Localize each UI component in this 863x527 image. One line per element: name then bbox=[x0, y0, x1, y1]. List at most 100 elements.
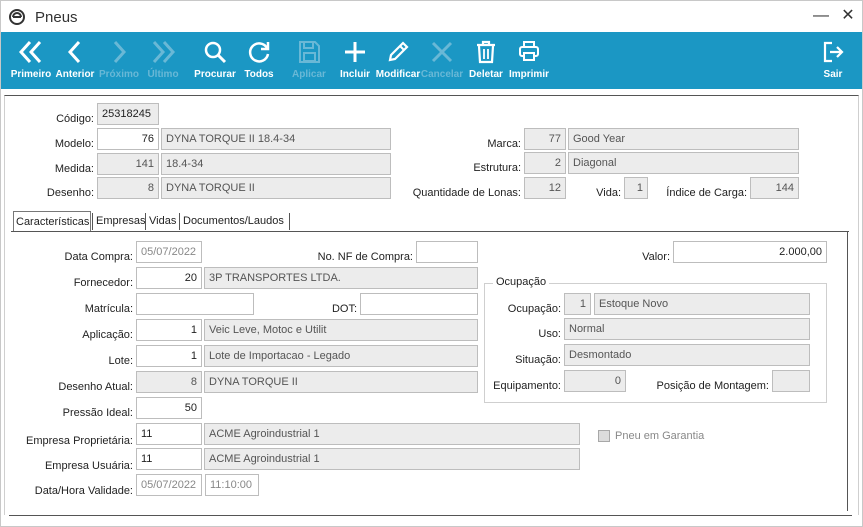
empresa-usuaria-name-field: ACME Agroindustrial 1 bbox=[204, 448, 580, 470]
minimize-button[interactable]: — bbox=[810, 5, 832, 27]
pneu-garantia-checkbox[interactable] bbox=[598, 430, 610, 442]
fornecedor-name-field: 3P TRANSPORTES LTDA. bbox=[204, 267, 478, 289]
estrutura-id-field: 2 bbox=[524, 152, 566, 174]
posicao-montagem-label: Posição de Montagem: bbox=[656, 380, 769, 392]
printer-icon bbox=[519, 41, 539, 61]
marca-name-field: Good Year bbox=[568, 128, 799, 150]
empresa-proprietaria-label: Empresa Proprietária: bbox=[26, 435, 133, 447]
tab-separator bbox=[179, 213, 180, 230]
aplicacao-label: Aplicação: bbox=[82, 329, 133, 341]
toolbar: Primeiro Anterior Próximo Último Procura… bbox=[1, 32, 862, 89]
fornecedor-id-field[interactable]: 20 bbox=[136, 267, 202, 289]
empresa-proprietaria-name-field: ACME Agroindustrial 1 bbox=[204, 423, 580, 445]
desenho-atual-name-field: DYNA TORQUE II bbox=[204, 371, 478, 393]
lote-label: Lote: bbox=[108, 355, 133, 367]
tab-panel-right-border bbox=[847, 231, 848, 511]
pneu-garantia-label: Pneu em Garantia bbox=[615, 430, 705, 442]
print-label: Imprimir bbox=[508, 69, 549, 80]
ocupacao-group-title: Ocupação bbox=[493, 276, 550, 288]
uso-label: Uso: bbox=[538, 328, 561, 340]
situacao-label: Situação: bbox=[515, 354, 561, 366]
lote-id-field[interactable]: 1 bbox=[136, 345, 202, 367]
dot-field[interactable] bbox=[360, 293, 478, 315]
ocupacao-id-field: 1 bbox=[564, 293, 591, 315]
valor-label: Valor: bbox=[642, 251, 670, 263]
pressao-field[interactable]: 50 bbox=[136, 397, 202, 419]
validade-time-field[interactable]: 11:10:00 bbox=[205, 474, 259, 496]
tab-vidas[interactable]: Vidas bbox=[147, 211, 179, 231]
empresa-proprietaria-id-field[interactable]: 11 bbox=[136, 423, 202, 445]
aplicacao-name-field: Veic Leve, Motoc e Utilit bbox=[204, 319, 478, 341]
close-x-icon bbox=[431, 41, 453, 63]
desenho-atual-id-field: 8 bbox=[136, 371, 202, 393]
save-disk-icon bbox=[299, 41, 320, 63]
aplicacao-id-field[interactable]: 1 bbox=[136, 319, 202, 341]
matricula-field[interactable] bbox=[136, 293, 254, 315]
codigo-label: Código: bbox=[56, 113, 94, 125]
ocupacao-name-field: Estoque Novo bbox=[594, 293, 810, 315]
modelo-id-field[interactable]: 76 bbox=[97, 128, 159, 150]
vida-field: 1 bbox=[624, 177, 648, 199]
tab-panel-top-border bbox=[11, 231, 849, 232]
lonas-field: 12 bbox=[524, 177, 566, 199]
title-bar: Pneus — ✕ bbox=[1, 1, 862, 32]
add-button[interactable]: Incluir bbox=[338, 32, 372, 89]
all-label: Todos bbox=[244, 69, 274, 80]
exit-door-icon bbox=[823, 41, 844, 63]
apply-button[interactable]: Aplicar bbox=[292, 32, 326, 89]
estrutura-label: Estrutura: bbox=[473, 162, 521, 174]
double-chevron-left-icon bbox=[18, 40, 42, 64]
validade-date-field[interactable]: 05/07/2022 bbox=[136, 474, 202, 496]
pencil-icon bbox=[388, 41, 409, 62]
lote-name-field: Lote de Importacao - Legado bbox=[204, 345, 478, 367]
last-label: Último bbox=[147, 69, 179, 80]
previous-button[interactable]: Anterior bbox=[56, 32, 94, 89]
desenho-name-field: DYNA TORQUE II bbox=[161, 177, 391, 199]
tab-empresas[interactable]: Empresas bbox=[94, 211, 146, 231]
last-button[interactable]: Último bbox=[146, 32, 180, 89]
nf-compra-field[interactable] bbox=[416, 241, 478, 263]
medida-id-field: 141 bbox=[97, 153, 159, 175]
cancel-button[interactable]: Cancelar bbox=[421, 32, 463, 89]
codigo-field: 25318245 bbox=[97, 103, 159, 125]
search-button[interactable]: Procurar bbox=[194, 32, 236, 89]
exit-label: Sair bbox=[823, 69, 843, 80]
valor-field[interactable]: 2.000,00 bbox=[673, 241, 827, 263]
pneus-window: Pneus — ✕ Primeiro Anterior Próximo Últi… bbox=[0, 0, 863, 527]
window-title: Pneus bbox=[35, 9, 78, 26]
chevron-right-icon bbox=[113, 40, 127, 64]
modify-button[interactable]: Modificar bbox=[376, 32, 420, 89]
print-button[interactable]: Imprimir bbox=[509, 32, 549, 89]
chevron-left-icon bbox=[67, 40, 81, 64]
situacao-field: Desmontado bbox=[564, 344, 810, 366]
search-icon bbox=[204, 41, 227, 64]
equipamento-field: 0 bbox=[564, 370, 626, 392]
medida-name-field: 18.4-34 bbox=[161, 153, 391, 175]
exit-button[interactable]: Sair bbox=[816, 32, 850, 89]
desenho-id-field: 8 bbox=[97, 177, 159, 199]
tab-caracteristicas[interactable]: Características bbox=[13, 211, 91, 231]
modelo-label: Modelo: bbox=[54, 138, 94, 150]
modelo-name-field: DYNA TORQUE II 18.4-34 bbox=[161, 128, 391, 150]
first-button[interactable]: Primeiro bbox=[11, 32, 51, 89]
vida-label: Vida: bbox=[596, 187, 621, 199]
data-compra-field[interactable]: 05/07/2022 bbox=[136, 241, 202, 263]
tab-documentos-laudos[interactable]: Documentos/Laudos bbox=[181, 211, 289, 231]
fornecedor-label: Fornecedor: bbox=[73, 277, 133, 289]
app-logo-icon bbox=[9, 9, 25, 25]
equipamento-label: Equipamento: bbox=[493, 380, 561, 392]
close-button[interactable]: ✕ bbox=[837, 5, 859, 27]
carga-label: Índice de Carga: bbox=[666, 187, 747, 199]
trash-icon bbox=[477, 40, 495, 64]
all-button[interactable]: Todos bbox=[242, 32, 276, 89]
marca-label: Marca: bbox=[487, 138, 521, 150]
delete-button[interactable]: Deletar bbox=[469, 32, 503, 89]
next-button[interactable]: Próximo bbox=[99, 32, 139, 89]
data-hora-validade-label: Data/Hora Validade: bbox=[34, 485, 133, 497]
ocupacao-label: Ocupação: bbox=[507, 303, 561, 315]
uso-field: Normal bbox=[564, 318, 810, 340]
carga-field: 144 bbox=[750, 177, 799, 199]
empresa-usuaria-id-field[interactable]: 11 bbox=[136, 448, 202, 470]
tab-separator bbox=[92, 213, 93, 230]
tab-separator bbox=[289, 213, 290, 230]
